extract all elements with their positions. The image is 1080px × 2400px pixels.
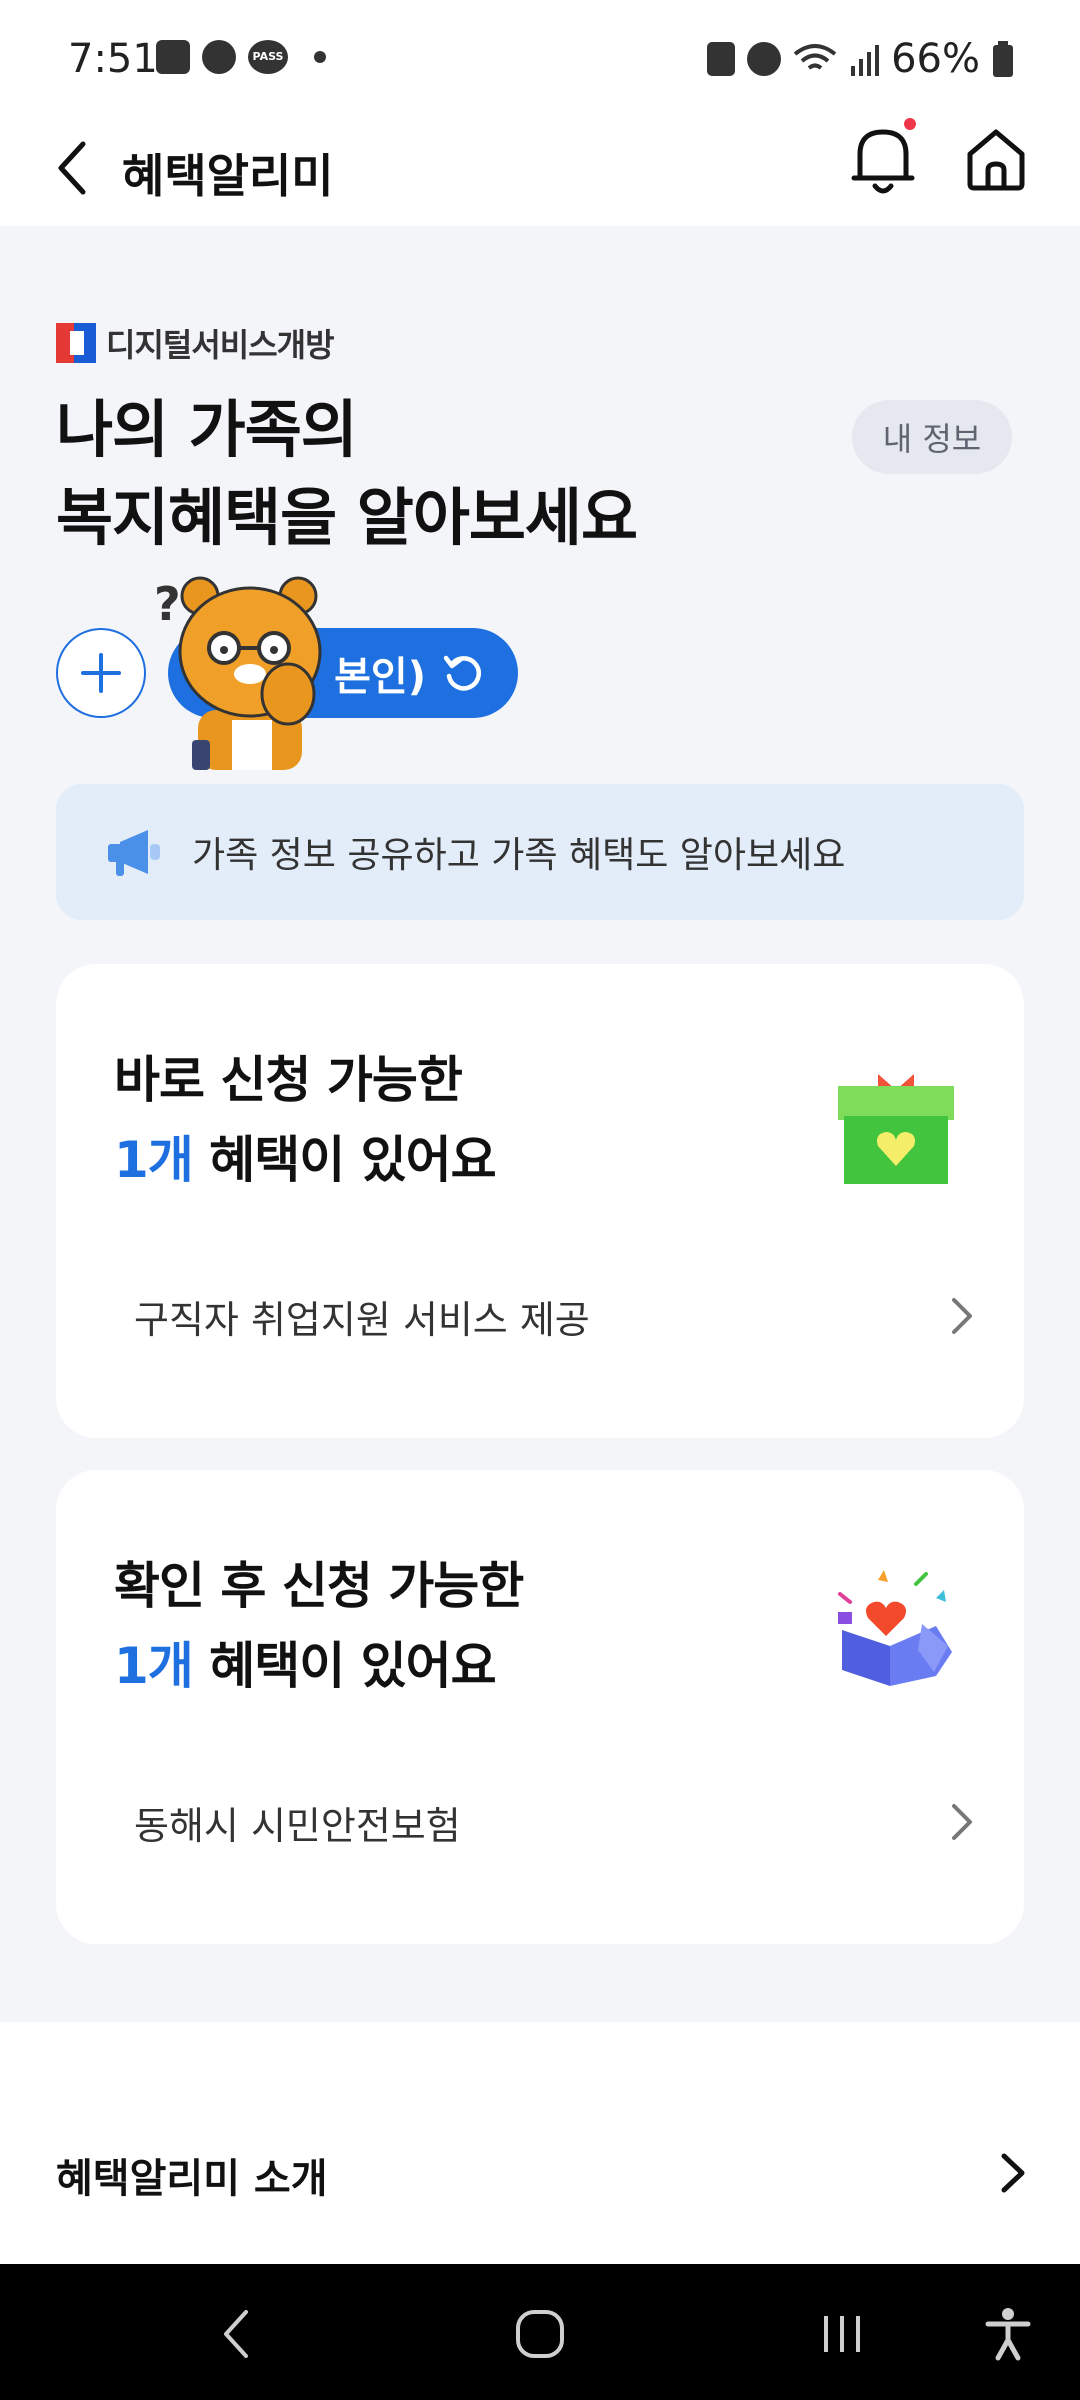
megaphone-icon (108, 830, 160, 876)
family-share-notice[interactable]: 가족 정보 공유하고 가족 혜택도 알아보세요 (56, 784, 1024, 920)
pass-notification-icon: PASS (248, 40, 288, 74)
battery-icon (993, 41, 1013, 77)
plus-icon (81, 653, 121, 693)
verification-benefits-card: 확인 후 신청 가능한 1개 혜택이 있어요 동해시 시민안전보험 (56, 1470, 1024, 1944)
system-recents-button[interactable] (802, 2294, 882, 2374)
notice-text: 가족 정보 공유하고 가족 혜택도 알아보세요 (192, 835, 846, 876)
benefit-item-label: 구직자 취업지원 서비스 제공 (134, 1297, 590, 1342)
accessibility-icon (985, 2308, 1031, 2361)
brand-name: 디지털서비스개방 (106, 326, 335, 364)
status-bar: 7:51 PASS 66% (0, 0, 1080, 118)
ryan-mascot-icon: ? (154, 576, 322, 770)
chevron-left-icon (58, 141, 86, 195)
bell-icon (851, 129, 915, 194)
home-button[interactable] (960, 118, 1032, 198)
footer-section: 혜택알리미 소개 (0, 2022, 1080, 2264)
back-button[interactable] (44, 128, 100, 208)
card-title-line-1: 확인 후 신청 가능한 (114, 1557, 524, 1615)
accessibility-button[interactable] (968, 2294, 1048, 2374)
card-title-suffix: 혜택이 있어요 (192, 1637, 496, 1695)
gift-box-icon (838, 1074, 954, 1184)
benefit-item-label: 동해시 시민안전보험 (134, 1803, 461, 1848)
status-system-icons: 66% (707, 36, 1014, 82)
chevron-right-icon (952, 1804, 972, 1840)
home-icon (967, 129, 1025, 191)
refresh-icon (443, 655, 481, 691)
benefit-count: 1개 (114, 1131, 194, 1189)
system-navigation-bar (0, 2264, 1080, 2400)
more-notifications-dot-icon (314, 51, 326, 63)
service-intro-label: 혜택알리미 소개 (56, 2156, 328, 2202)
chevron-right-icon (1001, 2153, 1025, 2193)
signal-icon (851, 45, 880, 76)
add-family-member-button[interactable] (56, 628, 146, 718)
unread-indicator-dot (904, 118, 916, 130)
home-circle-icon (516, 2310, 564, 2358)
immediate-benefits-card: 바로 신청 가능한 1개 혜택이 있어요 구직자 취업지원 서비스 제공 (56, 964, 1024, 1438)
benefit-item-job-support[interactable]: 구직자 취업지원 서비스 제공 (56, 1264, 1024, 1368)
gallery-notification-icon (156, 40, 190, 74)
message-notification-icon (202, 40, 236, 74)
system-home-button[interactable] (500, 2294, 580, 2374)
app-header: 혜택알리미 (0, 118, 1080, 226)
card-title-line-1: 바로 신청 가능한 (114, 1051, 463, 1109)
wifi-icon (793, 44, 837, 70)
hero-title-line-1: 나의 가족의 (56, 393, 358, 466)
service-intro-link[interactable]: 혜택알리미 소개 (0, 2122, 1080, 2218)
system-back-button[interactable] (196, 2294, 276, 2374)
alarm-icon (747, 42, 782, 76)
benefit-count: 1개 (114, 1637, 194, 1695)
battery-saver-icon (707, 42, 736, 76)
chevron-right-icon (952, 1298, 972, 1334)
benefit-item-safety-insurance[interactable]: 동해시 시민안전보험 (56, 1770, 1024, 1874)
digital-service-logo-icon (56, 323, 96, 363)
card-title-line-2: 1개 혜택이 있어요 (114, 1120, 497, 1200)
page-title: 혜택알리미 (122, 149, 334, 203)
battery-percent: 66% (891, 36, 980, 82)
card-title: 바로 신청 가능한 1개 혜택이 있어요 (114, 1040, 497, 1200)
notifications-button[interactable] (848, 118, 918, 198)
card-title-line-2: 1개 혜택이 있어요 (114, 1626, 523, 1706)
recents-icon (824, 2316, 860, 2352)
hero-title: 나의 가족의 복지혜택을 알아보세요 (56, 386, 638, 562)
card-title-suffix: 혜택이 있어요 (192, 1131, 496, 1189)
my-info-button[interactable]: 내 정보 (852, 400, 1012, 474)
svg-text:?: ? (154, 577, 181, 631)
status-notification-icons: PASS (156, 40, 326, 74)
card-title: 확인 후 신청 가능한 1개 혜택이 있어요 (114, 1546, 524, 1706)
heart-box-icon (838, 1570, 952, 1686)
back-arrow-icon (224, 2310, 248, 2358)
brand-badge: 디지털서비스개방 (56, 320, 335, 366)
hero-title-line-2: 복지혜택을 알아보세요 (56, 481, 638, 554)
status-time: 7:51 (68, 36, 158, 82)
